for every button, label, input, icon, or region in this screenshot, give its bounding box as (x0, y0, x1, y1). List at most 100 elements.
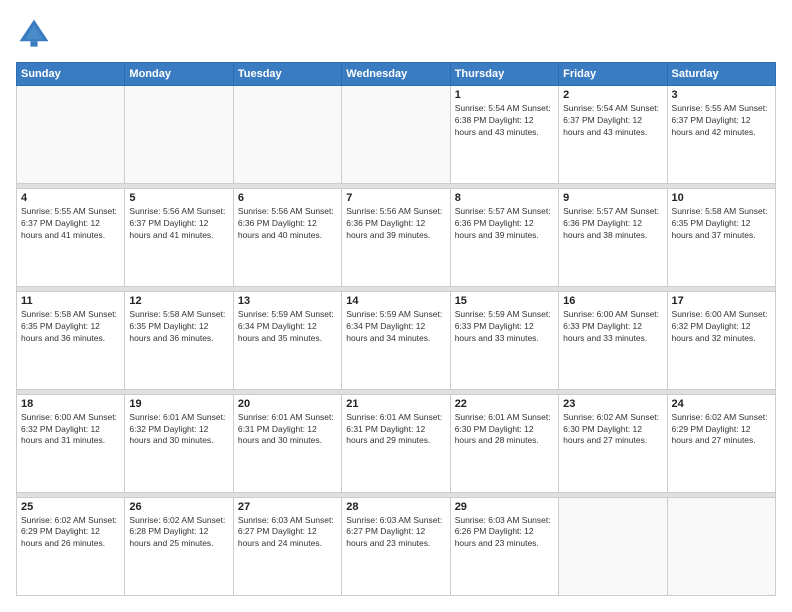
day-info: Sunrise: 6:00 AM Sunset: 6:32 PM Dayligh… (672, 309, 771, 345)
calendar-cell: 21 Sunrise: 6:01 AM Sunset: 6:31 PM Dayli… (342, 394, 450, 492)
day-number: 28 (346, 501, 445, 513)
day-number: 4 (21, 192, 120, 204)
calendar-cell: 8Sunrise: 5:57 AM Sunset: 6:36 PM Daylig… (450, 188, 558, 286)
calendar-cell: 5Sunrise: 5:56 AM Sunset: 6:37 PM Daylig… (125, 188, 233, 286)
day-number: 27 (238, 501, 337, 513)
calendar-cell: 23Sunrise: 6:02 AM Sunset: 6:30 PM Dayli… (559, 394, 667, 492)
day-info: Sunrise: 5:55 AM Sunset: 6:37 PM Dayligh… (672, 103, 771, 139)
header (16, 16, 776, 52)
calendar-cell: 12 Sunrise: 5:58 AM Sunset: 6:35 PM Dayli… (125, 291, 233, 389)
day-number: 2 (563, 89, 662, 101)
calendar-cell: 13 Sunrise: 5:59 AM Sunset: 6:34 PM Dayli… (233, 291, 341, 389)
calendar-week-3: 11 Sunrise: 5:58 AM Sunset: 6:35 PM Dayli… (17, 291, 776, 389)
day-number: 23 (563, 398, 662, 410)
day-number: 11 (21, 295, 120, 307)
weekday-header-friday: Friday (559, 63, 667, 86)
calendar-cell: 7Sunrise: 5:56 AM Sunset: 6:36 PM Daylig… (342, 188, 450, 286)
day-number: 25 (21, 501, 120, 513)
day-info: Sunrise: 5:58 AM Sunset: 6:35 PM Dayligh… (129, 309, 228, 345)
calendar-cell: 9 Sunrise: 5:57 AM Sunset: 6:36 PM Daylig… (559, 188, 667, 286)
day-number: 12 (129, 295, 228, 307)
day-number: 24 (672, 398, 771, 410)
day-number: 19 (129, 398, 228, 410)
calendar-cell: 20Sunrise: 6:01 AM Sunset: 6:31 PM Dayli… (233, 394, 341, 492)
day-info: Sunrise: 6:02 AM Sunset: 6:28 PM Dayligh… (129, 515, 228, 551)
day-info: Sunrise: 5:59 AM Sunset: 6:34 PM Dayligh… (238, 309, 337, 345)
calendar-cell: 27 Sunrise: 6:03 AM Sunset: 6:27 PM Dayli… (233, 497, 341, 596)
calendar-cell: 4 Sunrise: 5:55 AM Sunset: 6:37 PM Daylig… (17, 188, 125, 286)
day-info: Sunrise: 5:56 AM Sunset: 6:37 PM Dayligh… (129, 206, 228, 242)
logo-icon (16, 16, 52, 52)
weekday-header-sunday: Sunday (17, 63, 125, 86)
weekday-header-thursday: Thursday (450, 63, 558, 86)
day-info: Sunrise: 6:03 AM Sunset: 6:26 PM Dayligh… (455, 515, 554, 551)
calendar-cell: 18 Sunrise: 6:00 AM Sunset: 6:32 PM Dayli… (17, 394, 125, 492)
day-info: Sunrise: 6:00 AM Sunset: 6:33 PM Dayligh… (563, 309, 662, 345)
day-info: Sunrise: 6:02 AM Sunset: 6:29 PM Dayligh… (21, 515, 120, 551)
logo (16, 16, 56, 52)
calendar-cell: 15Sunrise: 5:59 AM Sunset: 6:33 PM Dayli… (450, 291, 558, 389)
weekday-header-wednesday: Wednesday (342, 63, 450, 86)
day-info: Sunrise: 6:03 AM Sunset: 6:27 PM Dayligh… (346, 515, 445, 551)
calendar-cell (17, 86, 125, 184)
weekday-header-monday: Monday (125, 63, 233, 86)
day-number: 3 (672, 89, 771, 101)
day-number: 18 (21, 398, 120, 410)
day-number: 21 (346, 398, 445, 410)
calendar-cell: 25 Sunrise: 6:02 AM Sunset: 6:29 PM Dayli… (17, 497, 125, 596)
day-info: Sunrise: 6:01 AM Sunset: 6:31 PM Dayligh… (346, 412, 445, 448)
day-info: Sunrise: 6:01 AM Sunset: 6:31 PM Dayligh… (238, 412, 337, 448)
calendar-cell: 10 Sunrise: 5:58 AM Sunset: 6:35 PM Dayli… (667, 188, 775, 286)
day-number: 10 (672, 192, 771, 204)
weekday-header-saturday: Saturday (667, 63, 775, 86)
day-number: 14 (346, 295, 445, 307)
calendar-cell (125, 86, 233, 184)
calendar-cell: 3 Sunrise: 5:55 AM Sunset: 6:37 PM Daylig… (667, 86, 775, 184)
calendar-cell: 19 Sunrise: 6:01 AM Sunset: 6:32 PM Dayli… (125, 394, 233, 492)
day-info: Sunrise: 6:00 AM Sunset: 6:32 PM Dayligh… (21, 412, 120, 448)
calendar-cell: 24Sunrise: 6:02 AM Sunset: 6:29 PM Dayli… (667, 394, 775, 492)
calendar-cell: 14 Sunrise: 5:59 AM Sunset: 6:34 PM Dayli… (342, 291, 450, 389)
day-number: 26 (129, 501, 228, 513)
day-info: Sunrise: 5:56 AM Sunset: 6:36 PM Dayligh… (238, 206, 337, 242)
day-info: Sunrise: 5:58 AM Sunset: 6:35 PM Dayligh… (21, 309, 120, 345)
day-number: 29 (455, 501, 554, 513)
calendar-cell: 6 Sunrise: 5:56 AM Sunset: 6:36 PM Daylig… (233, 188, 341, 286)
day-info: Sunrise: 5:57 AM Sunset: 6:36 PM Dayligh… (455, 206, 554, 242)
day-info: Sunrise: 6:01 AM Sunset: 6:30 PM Dayligh… (455, 412, 554, 448)
day-info: Sunrise: 5:55 AM Sunset: 6:37 PM Dayligh… (21, 206, 120, 242)
day-number: 15 (455, 295, 554, 307)
day-info: Sunrise: 5:54 AM Sunset: 6:38 PM Dayligh… (455, 103, 554, 139)
day-info: Sunrise: 6:03 AM Sunset: 6:27 PM Dayligh… (238, 515, 337, 551)
day-info: Sunrise: 5:56 AM Sunset: 6:36 PM Dayligh… (346, 206, 445, 242)
day-info: Sunrise: 6:01 AM Sunset: 6:32 PM Dayligh… (129, 412, 228, 448)
calendar-cell: 17 Sunrise: 6:00 AM Sunset: 6:32 PM Dayli… (667, 291, 775, 389)
day-number: 22 (455, 398, 554, 410)
day-info: Sunrise: 5:59 AM Sunset: 6:34 PM Dayligh… (346, 309, 445, 345)
calendar-cell (667, 497, 775, 596)
calendar-week-2: 4 Sunrise: 5:55 AM Sunset: 6:37 PM Daylig… (17, 188, 776, 286)
calendar-cell: 22 Sunrise: 6:01 AM Sunset: 6:30 PM Dayli… (450, 394, 558, 492)
calendar-cell (342, 86, 450, 184)
day-number: 16 (563, 295, 662, 307)
calendar-week-1: 1 Sunrise: 5:54 AM Sunset: 6:38 PM Daylig… (17, 86, 776, 184)
calendar-table: SundayMondayTuesdayWednesdayThursdayFrid… (16, 62, 776, 596)
day-info: Sunrise: 5:57 AM Sunset: 6:36 PM Dayligh… (563, 206, 662, 242)
calendar-cell: 2 Sunrise: 5:54 AM Sunset: 6:37 PM Daylig… (559, 86, 667, 184)
day-number: 17 (672, 295, 771, 307)
weekday-header-row: SundayMondayTuesdayWednesdayThursdayFrid… (17, 63, 776, 86)
calendar-body: 1 Sunrise: 5:54 AM Sunset: 6:38 PM Daylig… (17, 86, 776, 596)
calendar-cell: 16 Sunrise: 6:00 AM Sunset: 6:33 PM Dayli… (559, 291, 667, 389)
calendar-cell: 28 Sunrise: 6:03 AM Sunset: 6:27 PM Dayli… (342, 497, 450, 596)
page: SundayMondayTuesdayWednesdayThursdayFrid… (0, 0, 792, 612)
day-info: Sunrise: 5:54 AM Sunset: 6:37 PM Dayligh… (563, 103, 662, 139)
calendar-cell: 1 Sunrise: 5:54 AM Sunset: 6:38 PM Daylig… (450, 86, 558, 184)
day-info: Sunrise: 5:58 AM Sunset: 6:35 PM Dayligh… (672, 206, 771, 242)
calendar-cell: 11 Sunrise: 5:58 AM Sunset: 6:35 PM Dayli… (17, 291, 125, 389)
day-number: 9 (563, 192, 662, 204)
calendar-cell: 26 Sunrise: 6:02 AM Sunset: 6:28 PM Dayli… (125, 497, 233, 596)
day-number: 13 (238, 295, 337, 307)
day-number: 6 (238, 192, 337, 204)
day-number: 1 (455, 89, 554, 101)
calendar-cell: 29 Sunrise: 6:03 AM Sunset: 6:26 PM Dayli… (450, 497, 558, 596)
